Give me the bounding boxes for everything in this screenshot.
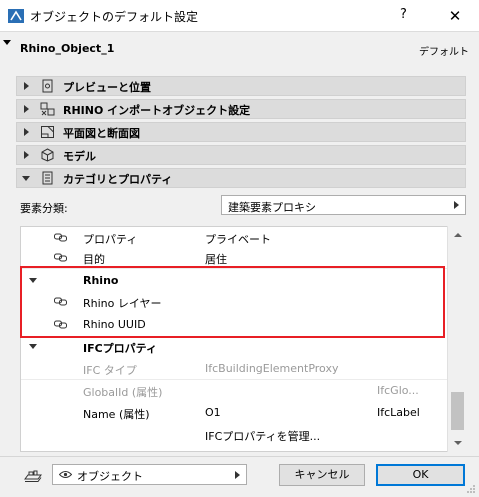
property-row[interactable]: Name (属性) O1 IfcLabel xyxy=(21,402,449,424)
section-model[interactable]: モデル xyxy=(16,145,466,165)
group-name: Rhino xyxy=(83,274,119,287)
link-icon xyxy=(54,253,67,262)
manage-ifc-row[interactable]: IFCプロパティを管理... xyxy=(21,424,449,446)
floor-plan-icon xyxy=(41,126,54,138)
section-floor-plan[interactable]: 平面図と断面図 xyxy=(16,122,466,142)
model-cube-icon xyxy=(41,148,54,162)
property-name: Rhino レイヤー xyxy=(83,297,162,310)
section-category-properties[interactable]: カテゴリとプロパティ xyxy=(16,168,466,188)
scrollbar-thumb[interactable] xyxy=(451,392,464,430)
archicad-app-icon xyxy=(8,9,24,23)
group-row-ifc[interactable]: IFCプロパティ xyxy=(21,336,449,358)
settings-sections: プレビューと位置 RHINO インポートオブジェクト設定 平面図と断面図 モデル… xyxy=(16,76,466,191)
classification-dropdown[interactable]: 建築要素プロキシ xyxy=(221,195,466,215)
group-row-rhino[interactable]: Rhino xyxy=(21,270,449,292)
close-button[interactable]: ✕ xyxy=(440,4,470,28)
expand-arrow-icon xyxy=(24,105,29,113)
property-row[interactable]: プロパティ プライベート xyxy=(21,227,449,249)
classification-value: 建築要素プロキシ xyxy=(228,201,316,214)
property-name: 目的 xyxy=(83,253,105,266)
property-value[interactable]: 居住 xyxy=(205,251,227,267)
link-icon xyxy=(54,233,67,242)
link-icon xyxy=(54,320,67,329)
property-row: IFC タイプ IfcBuildingElementProxy xyxy=(21,358,449,380)
divider xyxy=(21,268,449,269)
view-dropdown[interactable]: オブジェクト xyxy=(52,464,247,485)
section-label: プレビューと位置 xyxy=(63,81,151,94)
dropdown-arrow-icon xyxy=(235,471,240,479)
section-label: モデル xyxy=(63,150,96,163)
expand-arrow-icon xyxy=(24,151,29,159)
property-row[interactable]: Rhino レイヤー xyxy=(21,291,449,313)
scroll-up-icon[interactable] xyxy=(454,233,462,237)
link-icon xyxy=(54,297,67,306)
classification-label: 要素分類: xyxy=(20,202,68,215)
expand-arrow-icon xyxy=(24,82,29,90)
layers-icon[interactable] xyxy=(24,469,42,485)
cancel-button[interactable]: キャンセル xyxy=(279,464,365,486)
property-row[interactable]: Rhino UUID xyxy=(21,314,449,336)
default-label: デフォルト xyxy=(419,47,469,58)
property-row: GlobalId (属性) IfcGlo... xyxy=(21,380,449,402)
property-name: プロパティ xyxy=(83,233,138,246)
import-settings-icon xyxy=(40,102,55,116)
collapse-arrow-icon[interactable] xyxy=(29,278,37,283)
collapse-arrow-icon xyxy=(22,176,30,181)
window-title: オブジェクトのデフォルト設定 xyxy=(30,10,199,24)
section-rhino-import[interactable]: RHINO インポートオブジェクト設定 xyxy=(16,99,466,119)
scroll-down-icon[interactable] xyxy=(454,441,462,445)
property-list: プロパティ プライベート 目的 居住 Rhino Rhino レイヤー Rhin… xyxy=(20,226,467,452)
group-name: IFCプロパティ xyxy=(83,342,158,355)
title-bar: オブジェクトのデフォルト設定 ? ✕ xyxy=(0,0,479,32)
collapse-arrow-icon[interactable] xyxy=(29,344,37,349)
dropdown-arrow-icon xyxy=(454,201,459,209)
view-value: オブジェクト xyxy=(77,470,143,483)
section-label: カテゴリとプロパティ xyxy=(63,173,173,186)
manage-ifc-properties-button[interactable]: IFCプロパティを管理... xyxy=(205,428,320,444)
property-name: IFC タイプ xyxy=(83,364,137,377)
eye-icon xyxy=(59,471,72,478)
property-value[interactable]: O1 xyxy=(205,406,221,419)
resize-grip-icon[interactable] xyxy=(466,484,476,494)
section-preview-position[interactable]: プレビューと位置 xyxy=(16,76,466,96)
property-name: GlobalId (属性) xyxy=(83,386,163,399)
ok-button[interactable]: OK xyxy=(376,464,465,486)
vertical-scrollbar[interactable] xyxy=(447,226,467,452)
property-value: IfcBuildingElementProxy xyxy=(205,362,339,375)
document-icon xyxy=(42,171,53,185)
property-value[interactable]: プライベート xyxy=(205,231,271,247)
section-label: RHINO インポートオブジェクト設定 xyxy=(63,104,251,117)
property-row[interactable]: 目的 居住 xyxy=(21,247,449,269)
expand-arrow-icon xyxy=(24,128,29,136)
property-name: Rhino UUID xyxy=(83,318,146,331)
property-type: IfcGlo... xyxy=(377,384,419,397)
preview-icon xyxy=(42,79,53,93)
section-label: 平面図と断面図 xyxy=(63,127,140,140)
help-button[interactable]: ? xyxy=(400,7,407,22)
object-name: Rhino_Object_1 xyxy=(20,42,115,55)
collapse-header-icon[interactable] xyxy=(3,40,11,45)
property-name: Name (属性) xyxy=(83,408,150,421)
property-type: IfcLabel xyxy=(377,406,420,419)
